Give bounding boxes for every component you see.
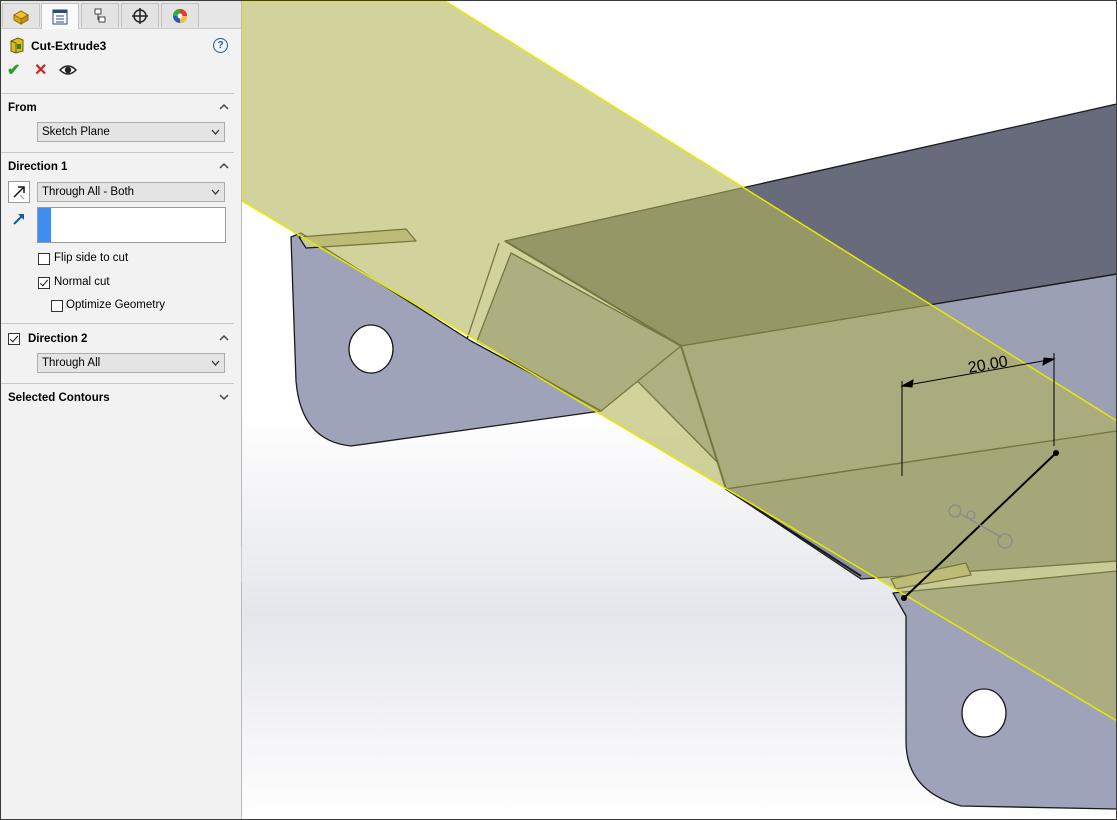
direction1-end-condition-select[interactable]: Through All - Both bbox=[37, 182, 225, 202]
direction2-section-header[interactable]: Direction 2 bbox=[28, 333, 87, 345]
selected-contours-title: Selected Contours bbox=[8, 392, 110, 404]
feature-title: Cut-Extrude3 bbox=[31, 38, 107, 53]
tab-configuration-manager[interactable] bbox=[81, 3, 119, 27]
manager-tabs bbox=[1, 1, 241, 29]
property-manager-panel: Cut-Extrude3 ? ✔ ✕ From Sketch Plane Dir… bbox=[1, 1, 242, 819]
direction-vector-icon bbox=[13, 214, 24, 225]
divider bbox=[1, 383, 234, 384]
preview-button[interactable] bbox=[58, 63, 78, 81]
normal-cut-label: Normal cut bbox=[54, 276, 110, 288]
chevron-up-icon[interactable] bbox=[219, 103, 229, 111]
direction2-checkbox[interactable] bbox=[8, 333, 20, 345]
eye-icon bbox=[58, 65, 78, 75]
direction1-section-title: Direction 1 bbox=[8, 161, 68, 173]
divider bbox=[1, 93, 234, 94]
graphics-viewport[interactable]: 20.00 bbox=[242, 1, 1117, 819]
chevron-up-icon[interactable] bbox=[219, 162, 229, 170]
direction2-end-condition-value: Through All bbox=[42, 357, 101, 369]
direction1-end-condition-value: Through All - Both bbox=[42, 186, 135, 198]
chevron-up-icon[interactable] bbox=[219, 334, 229, 342]
cut-extrude-icon bbox=[10, 37, 24, 54]
tab-display-manager[interactable] bbox=[161, 3, 199, 27]
flip-side-checkbox[interactable] bbox=[38, 253, 50, 265]
optimize-geometry-checkbox[interactable] bbox=[51, 300, 63, 312]
chevron-down-icon bbox=[211, 360, 220, 366]
tab-feature-manager[interactable] bbox=[2, 3, 40, 27]
from-section-title: From bbox=[8, 102, 37, 114]
divider bbox=[1, 152, 234, 153]
from-section-header[interactable]: From bbox=[8, 102, 37, 114]
sketch-endpoint[interactable] bbox=[901, 595, 907, 601]
tab-dimxpert-manager[interactable] bbox=[121, 3, 159, 27]
direction-selection-box[interactable] bbox=[37, 207, 226, 243]
cancel-button[interactable]: ✕ bbox=[34, 63, 47, 79]
configuration-manager-icon bbox=[94, 8, 106, 22]
chevron-down-icon bbox=[211, 189, 220, 195]
from-end-condition-value: Sketch Plane bbox=[42, 126, 110, 138]
direction2-end-condition-select[interactable]: Through All bbox=[37, 353, 225, 373]
display-manager-icon bbox=[173, 8, 187, 23]
tab-property-manager[interactable] bbox=[41, 3, 79, 29]
chevron-down-icon[interactable] bbox=[219, 393, 229, 401]
reverse-direction-button[interactable] bbox=[8, 181, 30, 203]
divider bbox=[1, 323, 234, 324]
property-manager-icon bbox=[52, 9, 68, 24]
flip-side-label: Flip side to cut bbox=[54, 252, 129, 264]
direction1-section-header[interactable]: Direction 1 bbox=[8, 161, 67, 173]
sketch-endpoint[interactable] bbox=[1053, 450, 1059, 456]
feature-header: Cut-Extrude3 bbox=[9, 37, 106, 54]
chevron-down-icon bbox=[211, 129, 220, 135]
selected-contours-section-header[interactable]: Selected Contours bbox=[8, 392, 110, 404]
ok-button[interactable]: ✔ bbox=[7, 63, 20, 79]
crosshair-icon bbox=[132, 7, 148, 24]
direction2-section-title: Direction 2 bbox=[28, 333, 88, 345]
help-icon[interactable]: ? bbox=[213, 38, 228, 53]
feature-manager-icon bbox=[12, 9, 30, 25]
from-end-condition-select[interactable]: Sketch Plane bbox=[37, 122, 225, 142]
selection-box-active-marker bbox=[38, 208, 51, 242]
normal-cut-checkbox[interactable] bbox=[38, 277, 50, 289]
reverse-direction-icon bbox=[13, 186, 25, 200]
optimize-geometry-label: Optimize Geometry bbox=[66, 299, 166, 311]
solidworks-window: Cut-Extrude3 ? ✔ ✕ From Sketch Plane Dir… bbox=[0, 0, 1117, 820]
